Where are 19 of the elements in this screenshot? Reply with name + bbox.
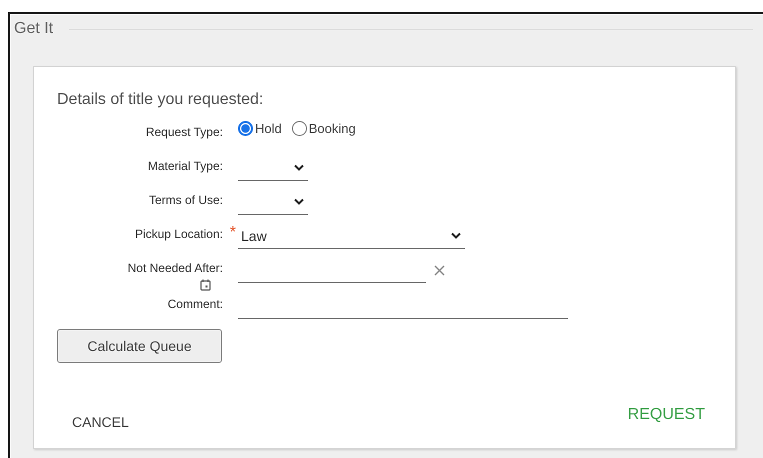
chevron-icon bbox=[294, 198, 304, 205]
close-icon[interactable] bbox=[434, 264, 445, 276]
field-label: Request Type: bbox=[146, 125, 223, 139]
field-label: Pickup Location: bbox=[134, 227, 223, 241]
cancel-button[interactable]: CANCEL bbox=[72, 414, 129, 430]
field-label: Comment: bbox=[168, 297, 223, 311]
field-label: Material Type: bbox=[148, 159, 223, 173]
chevron-icon bbox=[451, 232, 461, 239]
chevron-icon bbox=[294, 164, 304, 171]
field-label: Terms of Use: bbox=[148, 193, 223, 207]
radio-option[interactable]: Hold bbox=[238, 121, 282, 136]
dropdown-field[interactable]: Law bbox=[238, 223, 465, 249]
required-asterisk: * bbox=[230, 224, 236, 242]
section-title: Get It bbox=[14, 20, 54, 38]
form-heading: Details of title you requested: bbox=[57, 91, 264, 109]
calendar-icon[interactable] bbox=[200, 279, 211, 291]
calculate-queue-button[interactable]: Calculate Queue bbox=[57, 329, 222, 363]
field-label: Not Needed After: bbox=[128, 261, 223, 275]
radio-option[interactable]: Booking bbox=[292, 121, 356, 136]
